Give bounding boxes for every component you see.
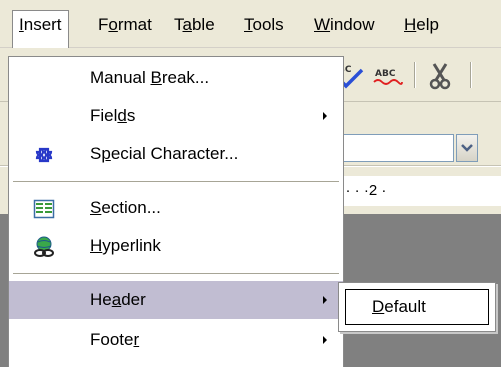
menu-item-hyperlink[interactable]: Hyperlink (9, 227, 343, 265)
menu-table-b: ble (191, 15, 215, 34)
accel-key: D (372, 297, 385, 316)
accel-key: r (133, 330, 140, 349)
svg-text:ABC: ABC (375, 69, 396, 79)
toolbar-separator (470, 62, 472, 88)
menu-help[interactable]: Help (398, 10, 445, 40)
submenu-arrow-icon (323, 296, 327, 304)
menu-window-b: indow (330, 15, 375, 34)
accel-key: B (150, 68, 162, 87)
hyperlink-icon (34, 236, 54, 257)
menu-item-label: Header (90, 290, 146, 309)
menu-table-a: T (174, 15, 183, 34)
menu-item-fields[interactable]: Fields (9, 97, 343, 135)
menu-help-key: H (404, 15, 417, 34)
menu-item-section[interactable]: Section... (9, 189, 343, 227)
accel-key: d (117, 106, 127, 125)
menu-item-label: Special Character... (90, 144, 239, 163)
menu-item-special-character[interactable]: Special Character... (9, 135, 343, 173)
menu-tools-b: ools (252, 15, 284, 34)
menu-format-key: o (108, 15, 118, 34)
menu-help-b: elp (416, 15, 439, 34)
menu-window[interactable]: Window (308, 10, 380, 40)
special-character-icon (35, 147, 53, 163)
menu-item-label: Hyperlink (90, 236, 161, 255)
menu-separator (13, 181, 339, 183)
menu-item-header[interactable]: Header (9, 281, 343, 319)
accel-key: H (90, 236, 103, 255)
menu-item-footer[interactable]: Footer (9, 321, 343, 359)
menu-format-a: F (98, 15, 109, 34)
accel-key: a (111, 290, 122, 309)
menu-table[interactable]: Table (168, 10, 221, 40)
menu-item-label: Manual Break... (90, 68, 210, 87)
menu-item-manual-break[interactable]: Manual Break... (9, 59, 343, 97)
menu-bar: Insert Format Table Tools Window Help (0, 0, 501, 48)
menu-insert-rest: nsert (23, 15, 62, 34)
menu-tools[interactable]: Tools (238, 10, 290, 40)
toolbar-separator (414, 62, 416, 88)
menu-window-key: W (314, 15, 331, 34)
accel-key: p (101, 144, 111, 163)
menu-item-label: Fields (90, 106, 136, 125)
accel-key: S (90, 198, 102, 217)
submenu-arrow-icon (323, 112, 327, 120)
menu-format[interactable]: Format (92, 10, 158, 40)
menu-tools-key: T (244, 15, 253, 34)
menu-table-key: a (182, 15, 192, 34)
menu-format-b: rmat (117, 15, 152, 34)
menu-item-label: Section... (90, 198, 161, 217)
submenu-arrow-icon (323, 336, 327, 344)
submenu-item-rest: efault (384, 297, 426, 316)
menu-separator (13, 273, 339, 275)
submenu-item-default[interactable]: Default (345, 289, 489, 325)
header-submenu: Default (338, 282, 496, 332)
insert-menu: Manual Break... Fields Special Character… (8, 56, 344, 367)
chevron-down-icon (461, 144, 473, 152)
menu-item-label: Footer (90, 330, 140, 349)
font-dropdown-button[interactable] (456, 134, 478, 162)
cut-icon[interactable] (426, 62, 456, 90)
menu-insert[interactable]: Insert (12, 10, 69, 48)
autospellcheck-icon[interactable]: ABC (372, 62, 404, 90)
section-icon (33, 199, 55, 219)
